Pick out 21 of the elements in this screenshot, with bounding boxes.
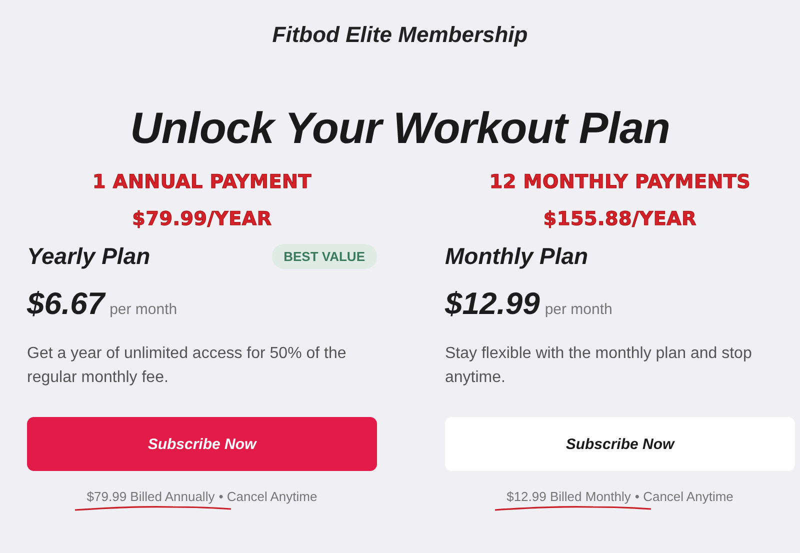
annotation-text: $155.88/YEAR xyxy=(543,207,697,232)
subscribe-button[interactable]: Subscribe Now xyxy=(445,417,795,471)
best-value-badge: BEST VALUE xyxy=(272,244,377,268)
annotation-text: 1 ANNUAL PAYMENT xyxy=(92,170,312,195)
plan-description: Stay flexible with the monthly plan and stop anytime. xyxy=(445,344,753,388)
plan-name: Yearly Plan xyxy=(27,242,150,270)
plan-description: Get a year of unlimited access for 50% of the regular monthly fee. xyxy=(27,344,348,388)
billing-text: $12.99 Billed Monthly xyxy=(506,489,631,504)
page-header: Fitbod Elite Membership xyxy=(272,22,528,48)
cancel-text: • Cancel Anytime xyxy=(634,489,734,504)
annotation-text: 12 MONTHLY PAYMENTS xyxy=(489,170,751,195)
annotation-text: $79.99/YEAR xyxy=(132,207,272,232)
price-period: per month xyxy=(544,301,612,318)
plan-price: $12.99 xyxy=(445,286,540,322)
cancel-text: • Cancel Anytime xyxy=(218,489,318,504)
plan-price: $6.67 xyxy=(27,286,105,322)
headline: Unlock Your Workout Plan xyxy=(130,104,670,154)
subscribe-button[interactable]: Subscribe Now xyxy=(27,417,377,471)
plan-name: Monthly Plan xyxy=(445,242,588,270)
billing-text: $79.99 Billed Annually xyxy=(86,489,215,504)
price-period: per month xyxy=(110,301,178,318)
